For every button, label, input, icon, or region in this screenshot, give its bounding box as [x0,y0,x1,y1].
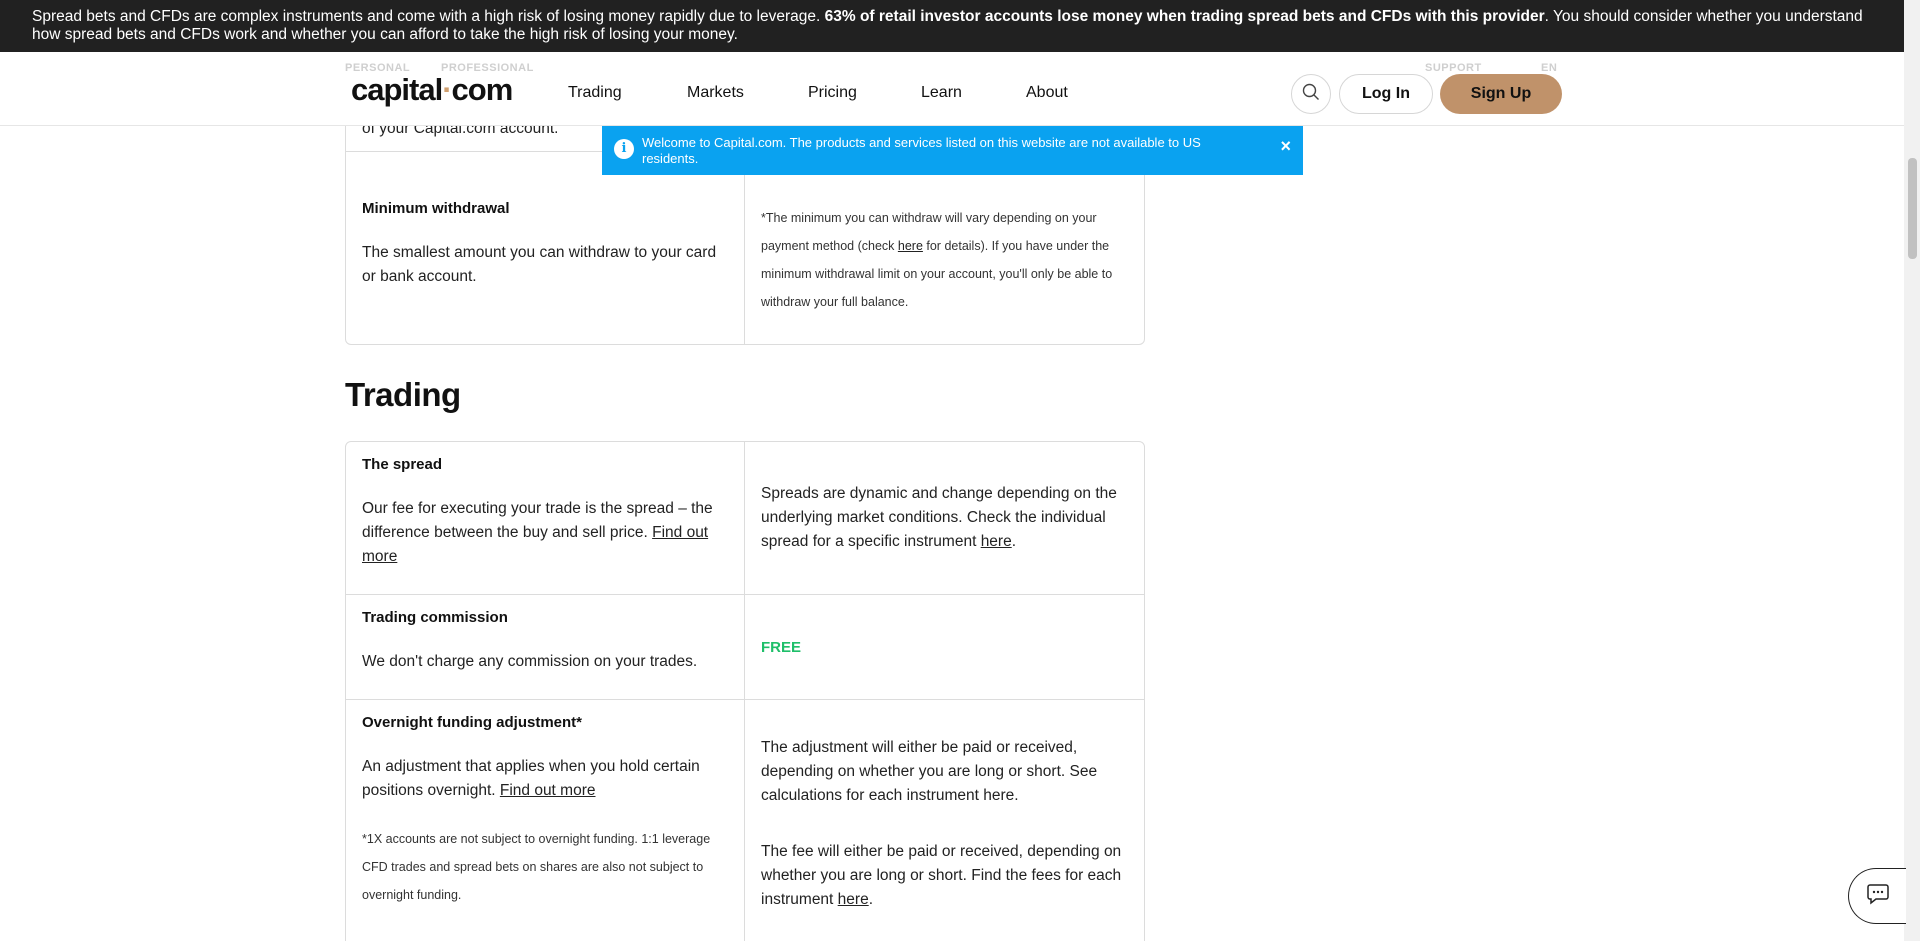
signup-button[interactable]: Sign Up [1440,74,1562,114]
table-cell: FREE [745,595,1144,699]
spread-here-link[interactable]: here [981,533,1012,550]
table-cell: The spread Our fee for executing your tr… [346,442,745,594]
overnight-find-out-more-link[interactable]: Find out more [500,782,596,799]
language-selector[interactable]: EN [1541,62,1557,74]
commission-free-badge: FREE [761,638,802,656]
trading-section-heading: Trading [345,376,461,413]
min-withdrawal-here-link[interactable]: here [898,239,923,253]
table-cell: Spreads are dynamic and change depending… [745,442,1144,594]
min-withdrawal-note: *The minimum you can withdraw will vary … [761,204,1128,316]
nav-about[interactable]: About [1026,84,1068,102]
min-withdrawal-title: Minimum withdrawal [362,200,510,217]
chat-icon [1866,883,1890,910]
page-scrollbar[interactable] [1904,0,1920,941]
spread-title: The spread [362,456,443,473]
risk-warning-banner: Spread bets and CFDs are complex instrum… [0,0,1904,52]
table-row: Minimum withdrawal The smallest amount y… [346,152,1144,344]
logo-dot: · [442,72,452,107]
nav-learn[interactable]: Learn [921,84,1026,102]
overnight-value-1: The adjustment will either be paid or re… [761,739,1098,804]
overnight-value-2-text: The fee will either be paid or received,… [761,843,1122,908]
scrollbar-thumb[interactable] [1908,158,1917,259]
table-cell: 20 GBP/EUR/USD for bank cards*. *The min… [745,152,1144,344]
login-button[interactable]: Log In [1339,74,1433,114]
spread-desc: Our fee for executing your trade is the … [362,497,728,569]
main-nav: Trading Markets Pricing Learn About [568,84,1068,102]
nav-pricing[interactable]: Pricing [808,84,921,102]
search-icon [1302,83,1320,106]
capital-com-logo[interactable]: capital·com [351,72,514,108]
table-cell: Overnight funding adjustment* An adjustm… [346,700,745,941]
site-header: PERSONAL PROFESSIONAL SUPPORT EN capital… [0,52,1904,126]
overnight-fees-here-link[interactable]: here [838,891,869,908]
table-cell: Minimum withdrawal The smallest amount y… [346,152,745,344]
risk-text-start: Spread bets and CFDs are complex instrum… [32,8,825,25]
spread-value: Spreads are dynamic and change depending… [761,485,1117,550]
nav-trading[interactable]: Trading [568,84,687,102]
support-link[interactable]: SUPPORT [1425,62,1482,74]
overnight-title: Overnight funding adjustment* [362,714,582,731]
overnight-desc: An adjustment that applies when you hold… [362,755,728,803]
logo-left: capital [351,72,443,107]
close-icon[interactable]: × [1280,137,1291,155]
commission-title: Trading commission [362,609,508,626]
table-row: Trading commission We don't charge any c… [346,595,1144,700]
spread-value-text: Spreads are dynamic and change depending… [761,485,1117,550]
overnight-note: *1X accounts are not subject to overnigh… [362,832,711,902]
search-button[interactable] [1291,74,1331,114]
table-row: The spread Our fee for executing your tr… [346,442,1144,595]
commission-desc: We don't charge any commission on your t… [362,653,698,670]
min-withdrawal-desc: The smallest amount you can withdraw to … [362,244,717,285]
table-cell: Trading commission We don't charge any c… [346,595,745,699]
nav-markets[interactable]: Markets [687,84,808,102]
risk-text-bold: 63% of retail investor accounts lose mon… [824,8,1545,25]
us-residents-notice: i Welcome to Capital.com. The products a… [602,126,1303,175]
chat-button[interactable] [1848,868,1906,924]
notice-text: Welcome to Capital.com. The products and… [642,135,1201,166]
info-icon: i [614,139,634,159]
logo-right: com [451,72,514,107]
table-cell: The adjustment will either be paid or re… [745,700,1144,941]
overnight-value-2: The fee will either be paid or received,… [761,843,1122,908]
table-row: Overnight funding adjustment* An adjustm… [346,700,1144,941]
fees-table-trading: The spread Our fee for executing your tr… [345,441,1145,941]
